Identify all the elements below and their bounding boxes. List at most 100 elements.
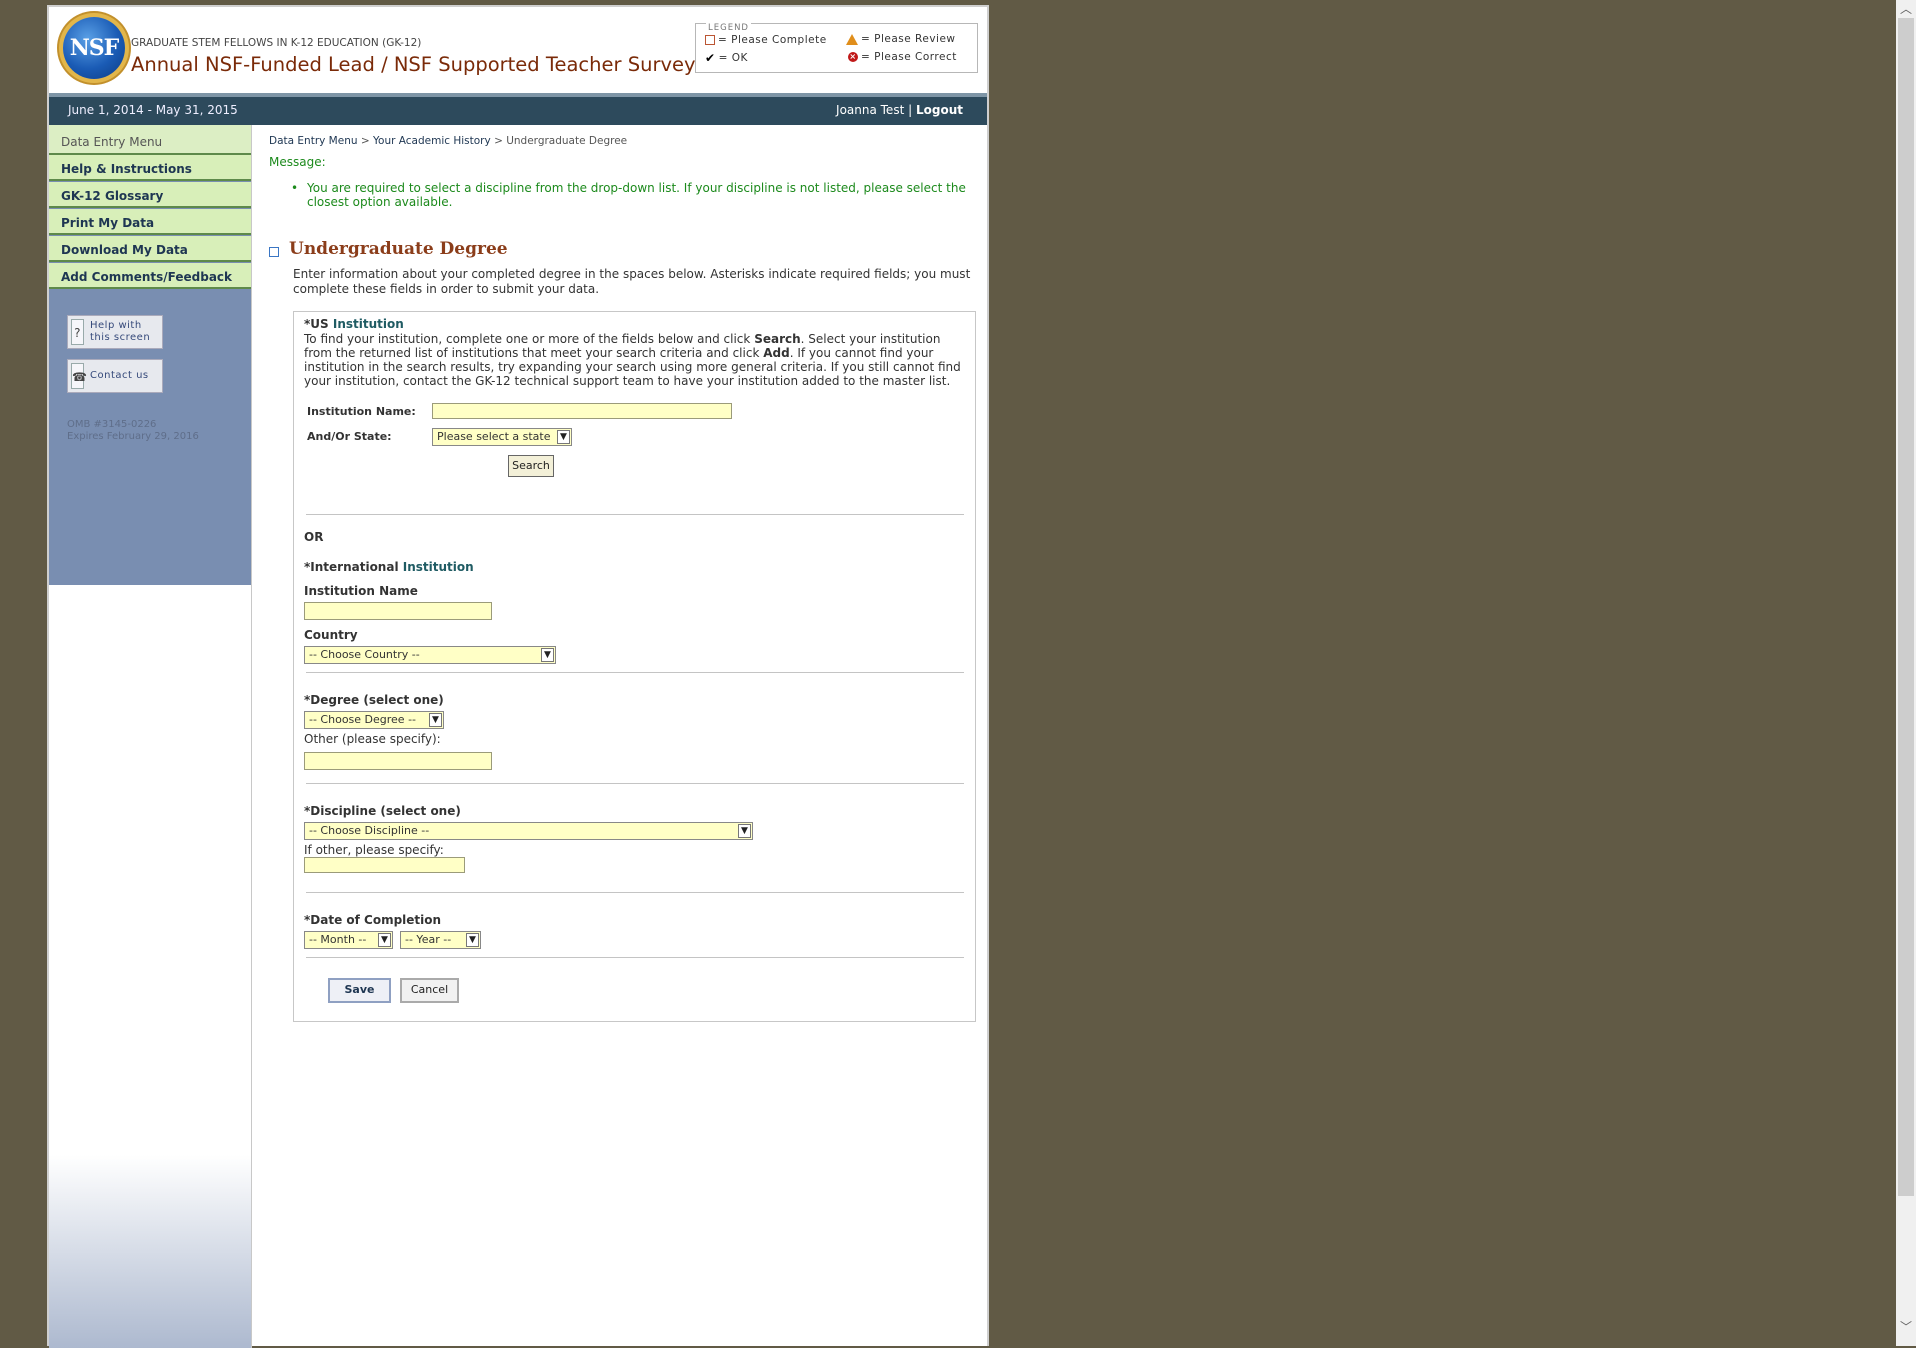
top-bar: June 1, 2014 - May 31, 2015 Joanna Test … xyxy=(49,93,987,125)
question-icon: ? xyxy=(71,319,84,345)
degree-select[interactable]: -- Choose Degree -- ▼ xyxy=(304,711,444,729)
degree-label: *Degree (select one) xyxy=(304,693,444,707)
warning-icon xyxy=(846,33,858,45)
sidebar-item-comments[interactable]: Add Comments/Feedback xyxy=(49,263,251,289)
section-status-icon xyxy=(269,247,279,257)
us-institution-label: *US Institution xyxy=(304,317,404,331)
degree-form: *US Institution To find your institution… xyxy=(293,311,976,1022)
us-institution-name-input[interactable] xyxy=(432,403,732,419)
scroll-down-icon[interactable]: ﹀ xyxy=(1896,1318,1916,1336)
reporting-period: June 1, 2014 - May 31, 2015 xyxy=(68,103,238,117)
us-institution-suffix: Institution xyxy=(332,317,404,331)
legend-please-review: = Please Review xyxy=(846,33,956,45)
or-label: OR xyxy=(304,530,324,544)
year-select-value: -- Year -- xyxy=(405,933,452,946)
discipline-select-value: -- Choose Discipline -- xyxy=(309,824,430,837)
contact-label: Contact us xyxy=(90,370,149,381)
user-separator: | xyxy=(908,103,913,117)
legend-label: = OK xyxy=(718,52,748,64)
checkmark-icon: ✔ xyxy=(705,51,716,65)
country-select-value: -- Choose Country -- xyxy=(309,648,420,661)
section-intro: Enter information about your completed d… xyxy=(293,267,971,296)
phone-icon: ☎ xyxy=(71,363,87,389)
chevron-down-icon: ▼ xyxy=(738,824,751,838)
state-select[interactable]: Please select a state ▼ xyxy=(432,428,572,446)
breadcrumb-current: Undergraduate Degree xyxy=(506,135,628,147)
search-button[interactable]: Search xyxy=(508,455,554,477)
contact-us-button[interactable]: ☎ Contact us xyxy=(67,359,163,393)
logout-link[interactable]: Logout xyxy=(916,103,963,117)
omb-notice: OMB #3145-0226 Expires February 29, 2016 xyxy=(67,419,199,443)
intl-institution-name-input[interactable] xyxy=(304,602,492,620)
empty-box-icon xyxy=(705,35,715,45)
state-label: And/Or State: xyxy=(307,430,392,443)
legend-title: LEGEND xyxy=(706,23,751,33)
chevron-down-icon: ▼ xyxy=(541,648,554,662)
intl-institution-prefix: *International xyxy=(304,560,399,574)
intl-name-label: Institution Name xyxy=(304,584,418,598)
sidebar-spacer xyxy=(49,585,251,1155)
discipline-other-input[interactable] xyxy=(304,857,465,873)
month-select[interactable]: -- Month -- ▼ xyxy=(304,931,393,949)
breadcrumb-separator: > xyxy=(360,135,370,147)
legend-label: = Please Correct xyxy=(861,51,957,63)
instr-part-1: To find your institution, complete one o… xyxy=(304,332,751,346)
program-subtitle: GRADUATE STEM FELLOWS IN K-12 EDUCATION … xyxy=(131,37,422,49)
sidebar: Data Entry Menu Help & Instructions GK-1… xyxy=(49,125,252,1348)
sidebar-item-glossary[interactable]: GK-12 Glossary xyxy=(49,182,251,208)
save-button[interactable]: Save xyxy=(328,978,391,1003)
help-screen-button[interactable]: ? Help with this screen xyxy=(67,315,163,349)
divider xyxy=(306,672,964,673)
country-label: Country xyxy=(304,628,358,642)
divider xyxy=(306,783,964,784)
month-select-value: -- Month -- xyxy=(309,933,367,946)
omb-expiry: Expires February 29, 2016 xyxy=(67,431,199,442)
nsf-logo: NSF xyxy=(63,17,125,79)
cancel-button[interactable]: Cancel xyxy=(400,978,459,1003)
divider xyxy=(306,514,964,515)
error-icon: × xyxy=(848,52,858,62)
instr-add-word: Add xyxy=(763,346,790,360)
degree-other-label: Other (please specify): xyxy=(304,732,441,746)
sidebar-item-download[interactable]: Download My Data xyxy=(49,236,251,262)
scroll-up-icon[interactable]: ︿ xyxy=(1896,0,1916,18)
year-select[interactable]: -- Year -- ▼ xyxy=(400,931,481,949)
sidebar-footer xyxy=(49,1155,251,1348)
help-line-2: this screen xyxy=(90,332,151,343)
breadcrumb-academic-history[interactable]: Your Academic History xyxy=(373,135,491,147)
page-container: NSF GRADUATE STEM FELLOWS IN K-12 EDUCAT… xyxy=(47,5,989,1348)
us-institution-prefix: *US xyxy=(304,317,329,331)
breadcrumb: Data Entry Menu > Your Academic History … xyxy=(269,135,627,147)
legend-please-complete: = Please Complete xyxy=(705,34,827,46)
help-line-1: Help with xyxy=(90,320,142,331)
breadcrumb-separator: > xyxy=(494,135,503,147)
degree-other-input[interactable] xyxy=(304,752,492,770)
page-header: NSF GRADUATE STEM FELLOWS IN K-12 EDUCAT… xyxy=(49,7,987,91)
chevron-down-icon: ▼ xyxy=(466,933,479,947)
discipline-other-label: If other, please specify: xyxy=(304,843,444,857)
chevron-down-icon: ▼ xyxy=(378,933,391,947)
sidebar-item-print[interactable]: Print My Data xyxy=(49,209,251,235)
discipline-label: *Discipline (select one) xyxy=(304,804,461,818)
discipline-select[interactable]: -- Choose Discipline -- ▼ xyxy=(304,822,753,840)
message-text: You are required to select a discipline … xyxy=(307,181,966,209)
message-label: Message: xyxy=(269,155,326,169)
breadcrumb-data-entry-menu[interactable]: Data Entry Menu xyxy=(269,135,358,147)
intl-institution-label: *International Institution xyxy=(304,560,474,574)
instr-search-word: Search xyxy=(754,332,801,346)
legend-label: = Please Review xyxy=(861,33,956,45)
section-title: Undergraduate Degree xyxy=(289,239,508,259)
country-select[interactable]: -- Choose Country -- ▼ xyxy=(304,646,556,664)
status-legend: LEGEND = Please Complete = Please Review… xyxy=(695,23,978,73)
sidebar-item-data-entry-menu[interactable]: Data Entry Menu xyxy=(49,125,251,155)
chevron-down-icon: ▼ xyxy=(557,430,570,444)
us-institution-instructions: To find your institution, complete one o… xyxy=(304,332,964,388)
help-screen-label: Help with this screen xyxy=(90,320,150,344)
divider xyxy=(306,892,964,893)
chevron-down-icon: ▼ xyxy=(429,713,442,727)
scrollbar-thumb[interactable] xyxy=(1898,18,1914,1196)
legend-label: = Please Complete xyxy=(718,34,827,46)
institution-name-label: Institution Name: xyxy=(307,405,416,418)
sidebar-item-help[interactable]: Help & Instructions xyxy=(49,155,251,181)
omb-number: OMB #3145-0226 xyxy=(67,419,157,430)
